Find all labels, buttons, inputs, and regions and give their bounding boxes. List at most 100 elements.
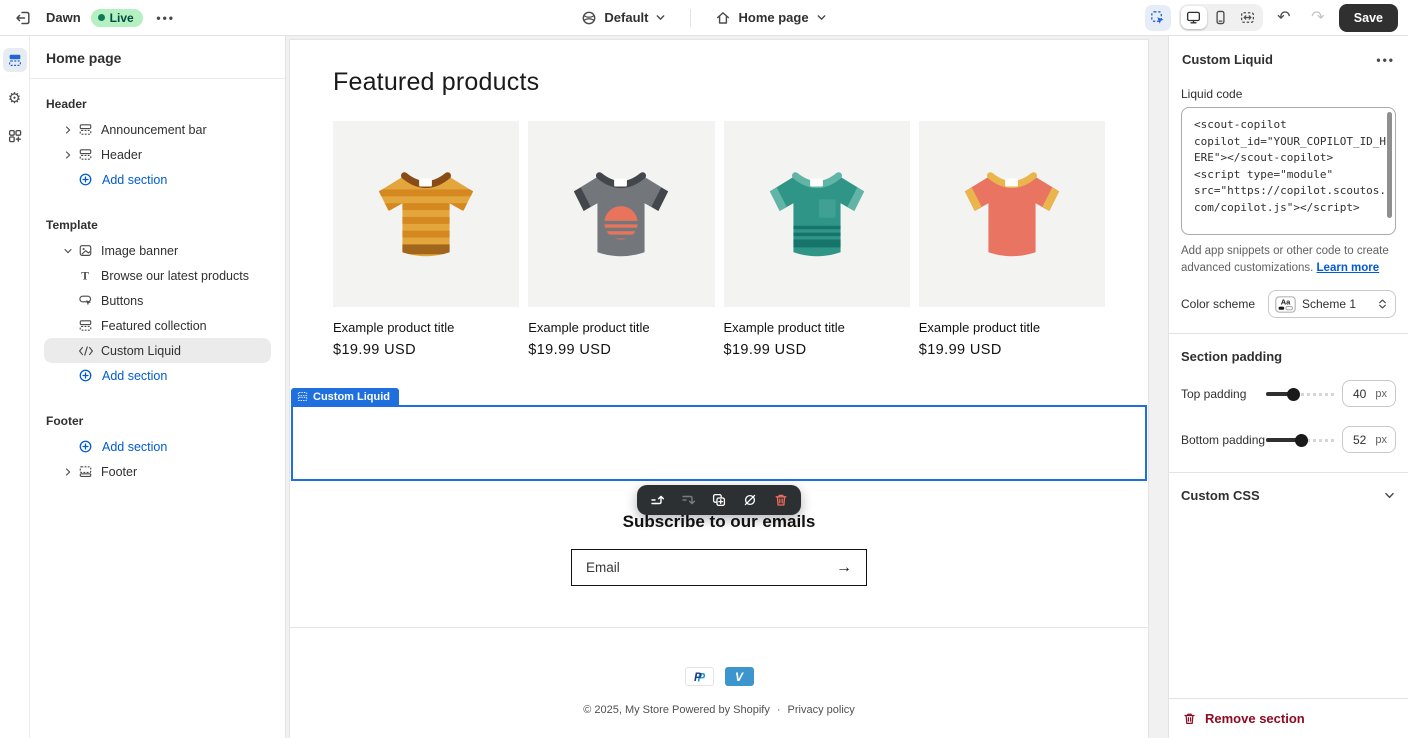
desktop-icon xyxy=(1185,9,1202,26)
add-section-template-button[interactable]: Add section xyxy=(44,363,271,388)
product-title[interactable]: Example product title xyxy=(528,320,714,335)
chevron-down-icon xyxy=(1383,489,1396,502)
sidebar-item-featured-collection[interactable]: Featured collection xyxy=(44,313,271,338)
image-icon xyxy=(78,243,93,258)
live-dot-icon xyxy=(98,14,105,21)
product-title[interactable]: Example product title xyxy=(724,320,910,335)
email-input[interactable] xyxy=(586,560,836,575)
buttons-icon xyxy=(78,293,93,308)
liquid-code-editor[interactable]: <scout-copilot copilot_id="YOUR_COPILOT_… xyxy=(1181,107,1396,235)
theme-settings-button[interactable]: ⚙ xyxy=(3,86,27,110)
email-submit-arrow-icon[interactable]: → xyxy=(836,559,852,577)
add-section-header-button[interactable]: Add section xyxy=(44,167,271,192)
slider-thumb[interactable] xyxy=(1287,388,1300,401)
copyright-text: © 2025, My Store Powered by Shopify xyxy=(583,704,770,716)
product-price: $19.99 USD xyxy=(919,342,1105,358)
add-circle-icon xyxy=(78,368,93,383)
section-settings-panel: Custom Liquid ••• Liquid code <scout-cop… xyxy=(1168,36,1408,738)
liquid-code-content[interactable]: <scout-copilot copilot_id="YOUR_COPILOT_… xyxy=(1194,117,1387,216)
top-bar: Dawn Live ••• Default Home page xyxy=(0,0,1408,36)
custom-liquid-empty-content[interactable] xyxy=(291,405,1147,481)
overflow-dots-icon: ••• xyxy=(156,11,175,25)
liquid-code-help: Add app snippets or other code to create… xyxy=(1181,243,1396,276)
bottom-padding-slider[interactable] xyxy=(1266,433,1334,447)
delete-section-button[interactable] xyxy=(773,492,789,508)
drag-section-icon xyxy=(297,391,308,402)
product-title[interactable]: Example product title xyxy=(333,320,519,335)
app-embeds-button[interactable] xyxy=(3,124,27,148)
product-card[interactable]: Example product title $19.99 USD xyxy=(333,121,519,358)
desktop-preview-button[interactable] xyxy=(1181,6,1207,29)
remove-section-button[interactable]: Remove section xyxy=(1169,698,1408,738)
top-padding-input[interactable]: 40 px xyxy=(1342,380,1396,407)
select-updown-icon xyxy=(1376,297,1389,311)
product-price: $19.99 USD xyxy=(724,342,910,358)
chevron-down-icon xyxy=(62,245,74,257)
sidebar-item-footer[interactable]: Footer xyxy=(44,459,271,484)
bottom-padding-input[interactable]: 52 px xyxy=(1342,426,1396,453)
learn-more-link[interactable]: Learn more xyxy=(1317,262,1380,274)
sections-panel-button[interactable] xyxy=(3,48,27,72)
apps-icon xyxy=(7,128,23,144)
move-up-button[interactable] xyxy=(649,492,665,508)
sidebar-item-custom-liquid[interactable]: Custom Liquid xyxy=(44,338,271,363)
undo-button[interactable]: ↶ xyxy=(1271,5,1297,31)
color-scheme-label: Color scheme xyxy=(1181,297,1255,311)
custom-css-label: Custom CSS xyxy=(1181,488,1260,503)
color-scheme-select[interactable]: Aa Scheme 1 xyxy=(1268,290,1396,318)
delete-trash-icon xyxy=(773,492,789,508)
save-button[interactable]: Save xyxy=(1339,4,1398,32)
add-section-footer-button[interactable]: Add section xyxy=(44,434,271,459)
chevron-down-icon xyxy=(816,12,827,23)
sections-panel: Home page Header Announcement bar Header… xyxy=(30,36,286,738)
redo-button[interactable]: ↷ xyxy=(1305,5,1331,31)
settings-panel-title: Custom Liquid xyxy=(1182,52,1273,67)
sidebar-item-heading-block[interactable]: T Browse our latest products xyxy=(44,263,271,288)
code-scrollbar[interactable] xyxy=(1387,112,1392,218)
slider-thumb[interactable] xyxy=(1295,434,1308,447)
theme-style-selector[interactable]: Default xyxy=(575,6,672,30)
sidebar-item-image-banner[interactable]: Image banner xyxy=(44,238,271,263)
chevron-down-icon xyxy=(655,12,666,23)
duplicate-icon xyxy=(711,492,727,508)
product-title[interactable]: Example product title xyxy=(919,320,1105,335)
theme-options-button[interactable]: ••• xyxy=(153,5,179,31)
section-icon xyxy=(78,122,93,137)
device-preview-segmented-control xyxy=(1179,4,1263,31)
inspector-toggle-button[interactable] xyxy=(1145,5,1171,31)
top-padding-slider[interactable] xyxy=(1266,387,1334,401)
editor-icon-strip: ⚙ xyxy=(0,36,30,738)
svg-text:Aa: Aa xyxy=(1281,297,1291,306)
custom-css-accordion[interactable]: Custom CSS xyxy=(1181,488,1396,503)
fullscreen-icon xyxy=(1239,9,1256,26)
fullscreen-preview-button[interactable] xyxy=(1235,6,1261,29)
product-card[interactable]: Example product title $19.99 USD xyxy=(528,121,714,358)
hide-section-button[interactable] xyxy=(742,492,758,508)
sidebar-item-buttons-block[interactable]: Buttons xyxy=(44,288,271,313)
duplicate-button[interactable] xyxy=(711,492,727,508)
chevron-right-icon xyxy=(62,149,74,161)
page-selector[interactable]: Home page xyxy=(709,6,832,30)
product-card[interactable]: Example product title $19.99 USD xyxy=(919,121,1105,358)
sidebar-item-announcement-bar[interactable]: Announcement bar xyxy=(44,117,271,142)
mobile-icon xyxy=(1212,9,1229,26)
footer-icon xyxy=(78,464,93,479)
custom-liquid-selection-tab: Custom Liquid xyxy=(291,388,399,405)
product-price: $19.99 USD xyxy=(333,342,519,358)
newsletter-section: Subscribe to our emails → xyxy=(333,512,1105,586)
move-down-button[interactable] xyxy=(680,492,696,508)
chevron-right-icon xyxy=(62,466,74,478)
product-card[interactable]: Example product title $19.99 USD xyxy=(724,121,910,358)
separator: · xyxy=(777,704,781,716)
exit-editor-button[interactable] xyxy=(10,5,36,31)
venmo-badge: V xyxy=(725,667,754,686)
add-circle-icon xyxy=(78,172,93,187)
sidebar-item-header[interactable]: Header xyxy=(44,142,271,167)
custom-liquid-section[interactable]: Custom Liquid xyxy=(291,388,1147,481)
privacy-policy-link[interactable]: Privacy policy xyxy=(788,704,855,716)
live-badge: Live xyxy=(91,9,143,27)
mobile-preview-button[interactable] xyxy=(1208,6,1234,29)
payment-methods: P P V xyxy=(333,667,1105,686)
globe-icon xyxy=(581,10,597,26)
section-options-button[interactable]: ••• xyxy=(1376,53,1395,67)
